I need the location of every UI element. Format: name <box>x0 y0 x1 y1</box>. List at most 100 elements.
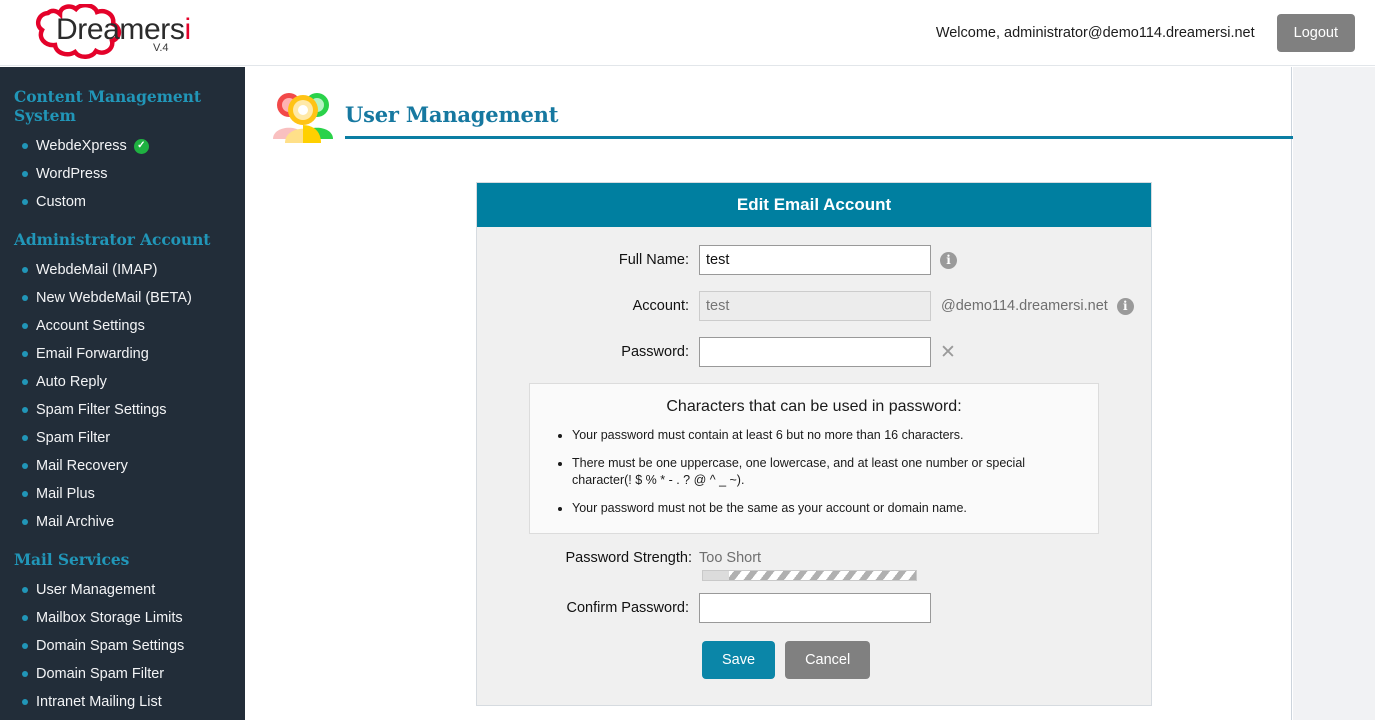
save-button[interactable]: Save <box>702 640 776 679</box>
sidebar-group-title: Mail Services <box>14 550 130 569</box>
password-strength-stripes <box>703 570 916 580</box>
sidebar-item-custom[interactable]: Custom <box>0 188 245 216</box>
sidebar-item-label: Auto Reply <box>36 374 107 390</box>
sidebar-item-email-forwarding[interactable]: Email Forwarding <box>0 340 245 368</box>
sidebar-item-alias[interactable]: Alias <box>0 716 245 720</box>
brand-logo[interactable]: Dreamersi V.4 <box>18 2 193 64</box>
sidebar-item-mail-archive[interactable]: Mail Archive <box>0 508 245 536</box>
full-name-row: Full Name: i <box>477 245 1151 275</box>
page-title: User Management <box>345 102 559 127</box>
password-strength-bar-row <box>477 569 1151 581</box>
logout-button[interactable]: Logout <box>1276 13 1355 52</box>
sidebar-item-mailbox-storage-limits[interactable]: Mailbox Storage Limits <box>0 604 245 632</box>
clear-password-icon[interactable]: ✕ <box>940 343 956 362</box>
bullet-icon <box>22 615 28 621</box>
sidebar-item-label: Account Settings <box>36 318 145 334</box>
top-bar-right: Welcome, administrator@demo114.dreamersi… <box>935 13 1355 52</box>
sidebar-item-label: WebdeMail (IMAP) <box>36 262 158 278</box>
sidebar-item-auto-reply[interactable]: Auto Reply <box>0 368 245 396</box>
password-strength-row: Password Strength: Too Short <box>477 550 1151 566</box>
sidebar-item-label: Spam Filter Settings <box>36 402 167 418</box>
confirm-password-input[interactable] <box>699 592 931 623</box>
full-name-input[interactable] <box>699 245 931 275</box>
bullet-icon <box>22 671 28 677</box>
sidebar-item-label: Mail Archive <box>36 514 115 530</box>
welcome-message: Welcome, administrator@demo114.dreamersi… <box>935 24 1255 41</box>
brand-version: V.4 <box>153 41 169 54</box>
main-content: User Management Edit Email Account Full … <box>245 67 1357 720</box>
password-strength-fill <box>703 570 729 580</box>
password-strength-bar <box>702 569 917 581</box>
check-circle-icon: ✓ <box>133 138 149 154</box>
bullet-icon <box>22 323 28 329</box>
sidebar-item-label: Mailbox Storage Limits <box>36 610 183 626</box>
bullet-icon <box>22 435 28 441</box>
account-label: Account: <box>632 298 689 314</box>
account-domain-suffix: @demo114.dreamersi.net <box>941 298 1108 314</box>
brand-name: Dreamersi <box>56 13 191 47</box>
confirm-password-label: Confirm Password: <box>566 599 689 616</box>
full-name-info-icon[interactable]: i <box>940 251 957 269</box>
password-row: Password: ✕ <box>477 337 1151 367</box>
sidebar-item-mail-recovery[interactable]: Mail Recovery <box>0 452 245 480</box>
edit-email-account-panel: Edit Email Account Full Name: i Account:… <box>476 182 1152 706</box>
sidebar-item-label: Domain Spam Filter <box>36 666 165 682</box>
bullet-icon <box>22 199 28 205</box>
confirm-password-row: Confirm Password: <box>477 592 1151 623</box>
bullet-icon <box>22 699 28 705</box>
sidebar-item-mail-plus[interactable]: Mail Plus <box>0 480 245 508</box>
sidebar-item-label: User Management <box>36 582 156 598</box>
account-row: Account: @demo114.dreamersi.net i <box>477 291 1151 321</box>
bullet-icon <box>22 519 28 525</box>
sidebar-item-spam-filter-settings[interactable]: Spam Filter Settings <box>0 396 245 424</box>
sidebar-item-label: Domain Spam Settings <box>36 638 185 654</box>
form-actions: Save Cancel <box>702 640 1151 679</box>
password-rule-item: Your password must contain at least 6 bu… <box>572 427 1080 444</box>
bullet-icon <box>22 587 28 593</box>
sidebar-item-webdemail-imap[interactable]: WebdeMail (IMAP) <box>0 256 245 284</box>
sidebar-item-intranet-mailing-list[interactable]: Intranet Mailing List <box>0 688 245 716</box>
bullet-icon <box>22 171 28 177</box>
panel-body: Full Name: i Account: @demo114.dreamersi… <box>477 227 1151 705</box>
password-rules-list: Your password must contain at least 6 bu… <box>548 427 1080 517</box>
password-rule-item: There must be one uppercase, one lowerca… <box>572 455 1080 489</box>
password-rules-title: Characters that can be used in password: <box>666 398 962 415</box>
bullet-icon <box>22 295 28 301</box>
full-name-label: Full Name: <box>618 252 689 268</box>
sidebar-item-account-settings[interactable]: Account Settings <box>0 312 245 340</box>
sidebar-item-label: Intranet Mailing List <box>36 694 162 710</box>
bullet-icon <box>22 491 28 497</box>
account-info-icon[interactable]: i <box>1116 297 1134 315</box>
sidebar-item-domain-spam-filter[interactable]: Domain Spam Filter <box>0 660 245 688</box>
sidebar-item-label: Custom <box>36 194 86 210</box>
sidebar-item-new-webdemail-beta[interactable]: New WebdeMail (BETA) <box>0 284 245 312</box>
sidebar-item-label: Mail Recovery <box>36 458 128 474</box>
sidebar-item-label: WebdeXpress <box>36 138 127 154</box>
bullet-icon <box>22 267 28 273</box>
bullet-icon <box>22 143 28 149</box>
password-label: Password: <box>621 344 689 360</box>
top-bar: Dreamersi V.4 Welcome, administrator@dem… <box>0 0 1375 66</box>
page-title-underline: User Management <box>345 102 1357 139</box>
sidebar-item-webdexpress[interactable]: WebdeXpress ✓ <box>0 132 245 160</box>
sidebar-item-wordpress[interactable]: WordPress <box>0 160 245 188</box>
password-strength-label: Password Strength: <box>565 549 692 566</box>
bullet-icon <box>22 379 28 385</box>
cancel-button[interactable]: Cancel <box>785 640 871 679</box>
sidebar-item-domain-spam-settings[interactable]: Domain Spam Settings <box>0 632 245 660</box>
panel-title: Edit Email Account <box>477 183 1151 227</box>
password-input[interactable] <box>699 337 931 367</box>
sidebar-item-label: Spam Filter <box>36 430 111 446</box>
password-rules-box: Characters that can be used in password:… <box>529 383 1099 534</box>
bullet-icon <box>22 407 28 413</box>
sidebar-item-label: Mail Plus <box>36 486 95 502</box>
password-strength-value: Too Short <box>699 549 762 566</box>
sidebar-item-label: Email Forwarding <box>36 346 149 362</box>
right-page-background <box>1293 67 1375 720</box>
page-header: User Management <box>267 89 1357 152</box>
sidebar-item-user-management[interactable]: User Management <box>0 576 245 604</box>
sidebar-item-spam-filter[interactable]: Spam Filter <box>0 424 245 452</box>
sidebar-group-title: Administrator Account <box>14 230 211 249</box>
user-management-icon <box>267 89 339 152</box>
sidebar-navigation[interactable]: Content Management System WebdeXpress ✓ Wor… <box>0 67 245 720</box>
